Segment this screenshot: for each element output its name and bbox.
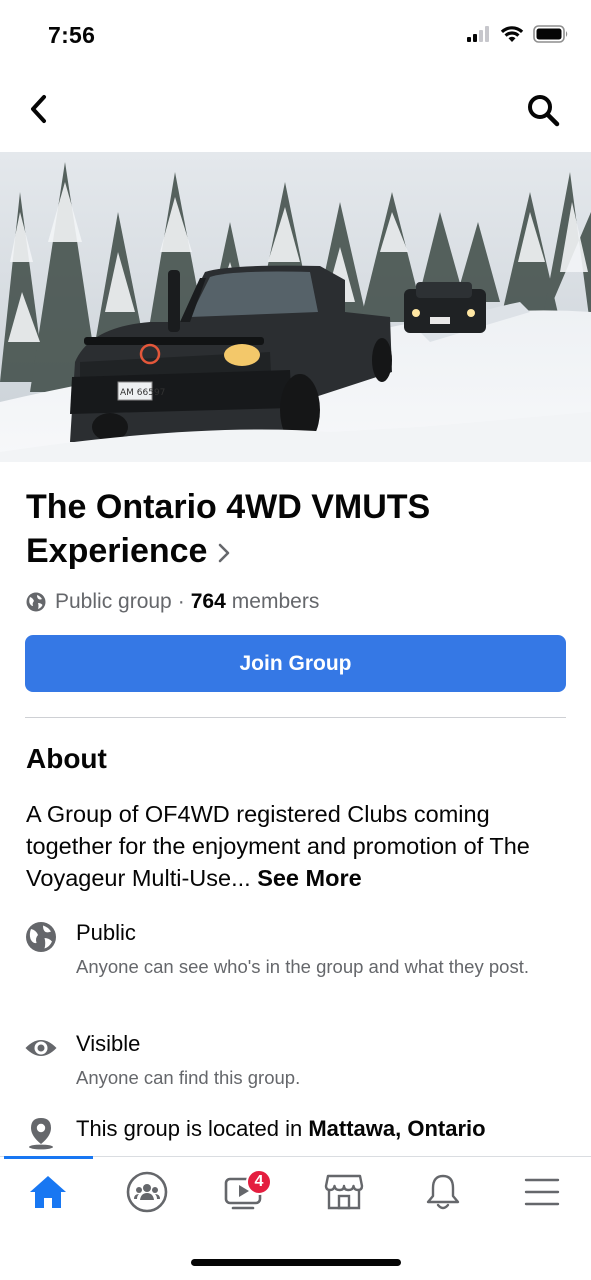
battery-icon [533, 25, 569, 48]
meta-separator: · [177, 590, 185, 613]
groups-icon [126, 1171, 168, 1213]
divider [25, 717, 566, 718]
status-bar: 7:56 [0, 0, 591, 70]
join-group-button[interactable]: Join Group [25, 635, 566, 692]
tab-menu[interactable] [512, 1165, 572, 1219]
nav-bar [0, 80, 591, 140]
info-public-subtitle: Anyone can see who's in the group and wh… [76, 956, 529, 977]
watch-badge: 4 [246, 1169, 272, 1195]
search-icon [528, 95, 560, 127]
chevron-right-icon [217, 531, 231, 575]
location-pin-icon [24, 1116, 58, 1150]
status-icons [467, 25, 569, 48]
chevron-left-icon [31, 95, 46, 123]
group-meta: Public group · 764 members [26, 589, 319, 615]
marketplace-icon [324, 1174, 364, 1210]
info-location: This group is located in Mattawa, Ontari… [24, 1116, 574, 1152]
cover-photo-illustration: AM 66597 [0, 152, 591, 462]
cover-photo[interactable]: AM 66597 [0, 152, 591, 462]
tab-notifications[interactable] [413, 1165, 473, 1219]
group-title[interactable]: The Ontario 4WD VMUTS Experience [26, 485, 566, 575]
about-heading: About [26, 743, 107, 774]
home-indicator[interactable] [191, 1259, 401, 1266]
members-label: members [231, 590, 320, 613]
bell-icon [426, 1174, 460, 1210]
info-visible-title: Visible [76, 1031, 141, 1056]
active-tab-indicator [4, 1156, 93, 1159]
home-icon [30, 1176, 66, 1208]
tab-groups[interactable] [117, 1165, 177, 1219]
search-button[interactable] [523, 92, 563, 128]
globe-icon [24, 920, 58, 954]
globe-icon [26, 592, 46, 612]
join-group-label: Join Group [239, 651, 352, 675]
info-public: Public Anyone can see who's in the group… [24, 920, 574, 1000]
info-location-title: This group is located in Mattawa, Ontari… [76, 1116, 486, 1142]
back-button[interactable] [22, 92, 56, 126]
status-time: 7:56 [48, 22, 96, 48]
location-name[interactable]: Mattawa, Ontario [308, 1116, 485, 1141]
info-visible-subtitle: Anyone can find this group. [76, 1067, 301, 1088]
license-plate: AM 66597 [120, 388, 165, 398]
tab-watch[interactable]: 4 [214, 1165, 274, 1219]
tab-home[interactable] [18, 1165, 78, 1219]
see-more-link[interactable]: See More [257, 865, 362, 891]
signal-icon [467, 26, 491, 47]
eye-icon [24, 1031, 58, 1065]
tab-bar: 4 [0, 1156, 591, 1226]
location-prefix: This group is located in [76, 1116, 309, 1141]
about-description: A Group of OF4WD registered Clubs coming… [26, 798, 571, 894]
member-count: 764 [190, 590, 226, 613]
wifi-icon [500, 25, 524, 48]
info-public-title: Public [76, 920, 136, 945]
privacy-label: Public group [55, 590, 172, 613]
menu-icon [524, 1178, 560, 1206]
info-visible: Visible Anyone can find this group. [24, 1031, 574, 1091]
tab-marketplace[interactable] [314, 1165, 374, 1219]
